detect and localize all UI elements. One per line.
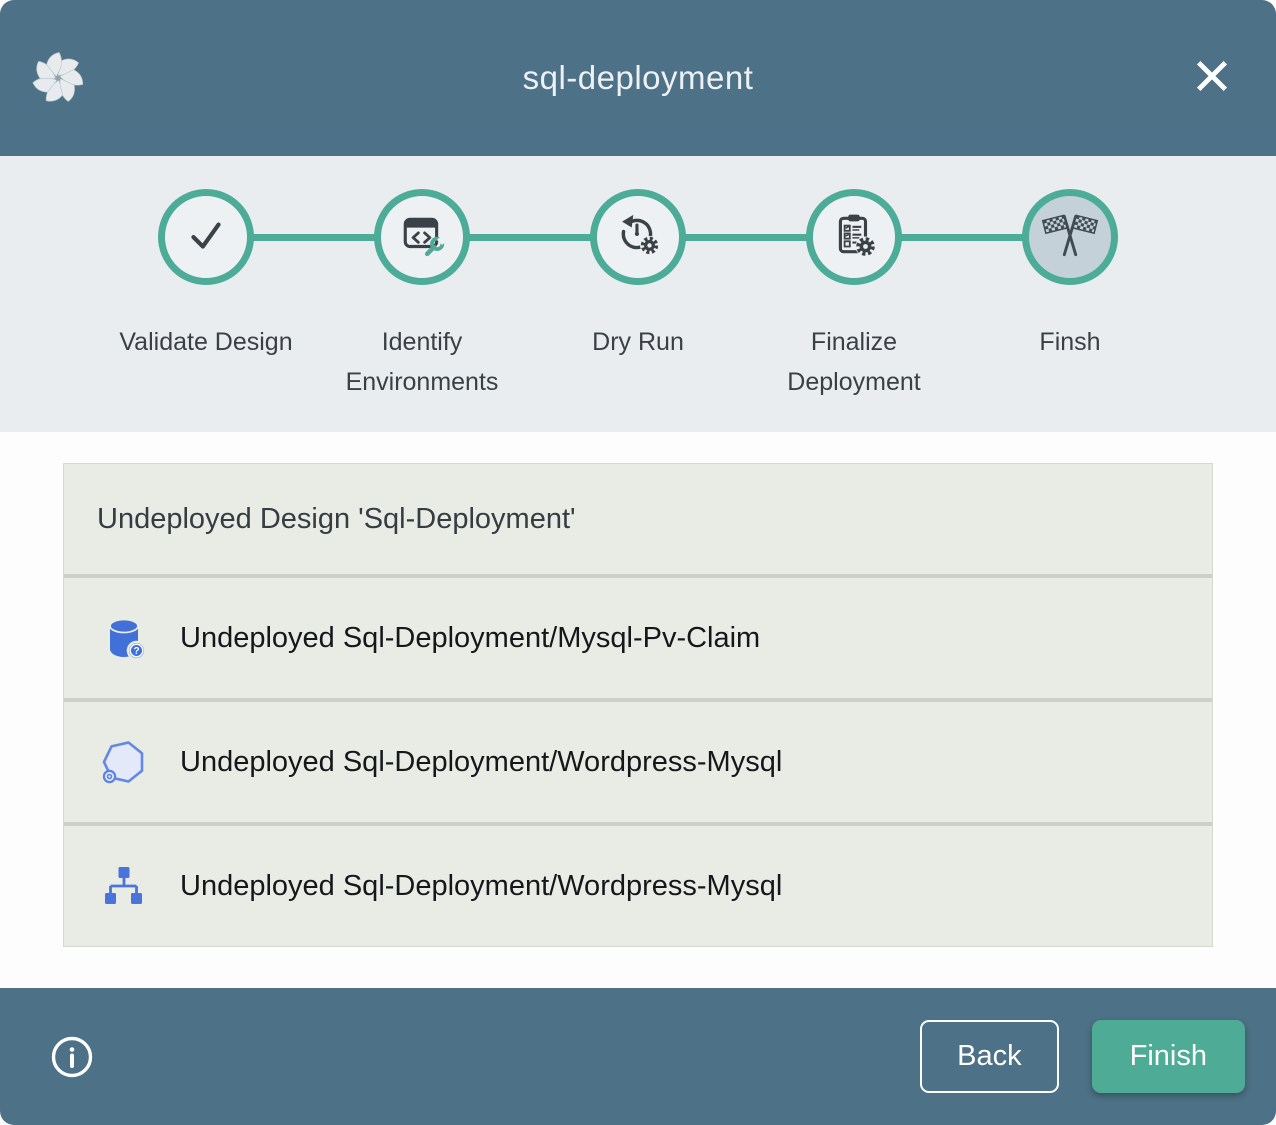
deployment-wizard-modal: sql-deployment Validate Design [0, 0, 1276, 1125]
modal-title: sql-deployment [523, 59, 754, 97]
step-finalize-deployment: Finalize Deployment [746, 189, 962, 402]
info-icon[interactable] [50, 1035, 94, 1079]
database-question-icon: ? [100, 614, 148, 662]
wizard-body: Undeployed Design 'Sql-Deployment' ? Und… [0, 432, 1276, 988]
topology-tree-icon [100, 862, 148, 910]
modal-header: sql-deployment [0, 0, 1276, 156]
svg-text:?: ? [133, 646, 139, 657]
list-item-text: Undeployed Sql-Deployment/Wordpress-Mysq… [180, 870, 782, 903]
step-label: Dry Run [592, 322, 684, 362]
panel-header-row: Undeployed Design 'Sql-Deployment' [64, 464, 1212, 574]
step-dry-run: Dry Run [530, 189, 746, 402]
list-item: Undeployed Sql-Deployment/Wordpress-Mysq… [64, 826, 1212, 946]
step-validate-design: Validate Design [98, 189, 314, 402]
step-circle-finsh[interactable] [1022, 189, 1118, 285]
finish-flags-icon [1041, 206, 1099, 269]
pinwheel-logo-icon [32, 52, 84, 104]
code-environment-icon [399, 212, 445, 263]
step-circle-validate-design[interactable] [158, 189, 254, 285]
check-icon [183, 212, 229, 263]
step-label: Finalize Deployment [746, 322, 962, 402]
dry-run-icon [615, 212, 661, 263]
modal-footer: Back Finish [0, 988, 1276, 1125]
panel-header-text: Undeployed Design 'Sql-Deployment' [97, 503, 576, 536]
list-item-text: Undeployed Sql-Deployment/Mysql-Pv-Claim [180, 622, 760, 655]
step-circle-identify-environments[interactable] [374, 189, 470, 285]
wizard-stepper: Validate Design [0, 156, 1276, 432]
step-circle-finalize-deployment[interactable] [806, 189, 902, 285]
finalize-checklist-icon [831, 212, 877, 263]
step-label: Finsh [1039, 322, 1100, 362]
list-item: Undeployed Sql-Deployment/Wordpress-Mysq… [64, 702, 1212, 822]
list-item-text: Undeployed Sql-Deployment/Wordpress-Mysq… [180, 746, 782, 779]
step-finsh: Finsh [962, 189, 1178, 402]
finish-button[interactable]: Finish [1092, 1020, 1245, 1093]
step-circle-dry-run[interactable] [590, 189, 686, 285]
step-label: Identify Environments [314, 322, 530, 402]
back-button[interactable]: Back [920, 1020, 1058, 1093]
close-icon[interactable] [1190, 54, 1234, 98]
step-label: Validate Design [119, 322, 292, 362]
step-identify-environments: Identify Environments [314, 189, 530, 402]
undeployed-resources-panel: Undeployed Design 'Sql-Deployment' ? Und… [63, 463, 1213, 947]
pod-heptagon-icon [100, 738, 148, 786]
list-item: ? Undeployed Sql-Deployment/Mysql-Pv-Cla… [64, 578, 1212, 698]
